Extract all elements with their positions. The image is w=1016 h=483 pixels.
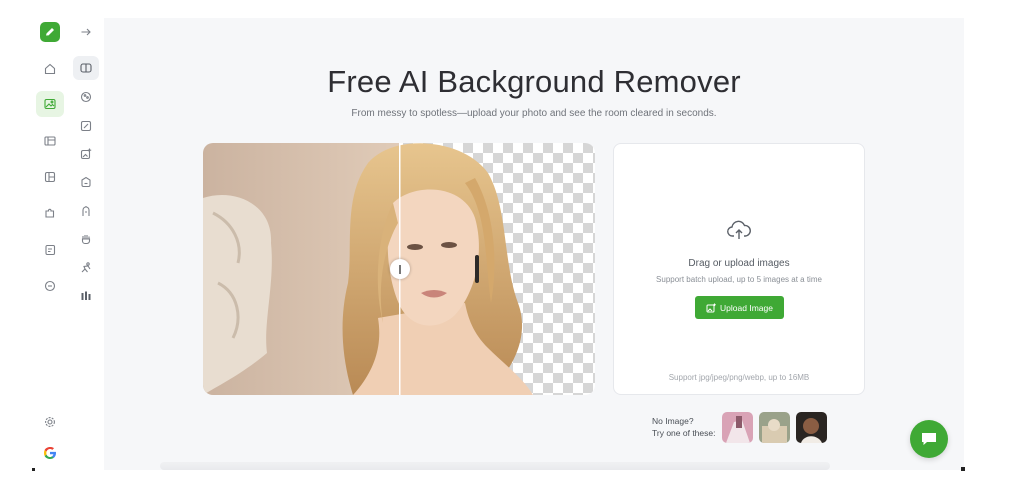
panels-icon[interactable] [36,164,64,190]
bottom-shadow [160,462,830,470]
sample-prompt-line2: Try one of these: [652,428,716,438]
frame-corner-right [961,467,965,471]
app-logo-icon[interactable] [40,22,60,42]
compare-slider-handle[interactable] [390,259,410,279]
layout-icon[interactable] [36,128,64,154]
chart-icon[interactable] [73,284,99,308]
primary-sidebar [32,18,68,471]
page-title: Free AI Background Remover [327,64,741,99]
supported-formats-note: Support jpg/jpeg/png/webp, up to 16MB [668,373,810,382]
chat-support-button[interactable] [910,420,948,458]
hand-icon[interactable] [73,227,99,251]
face-icon[interactable] [73,170,99,194]
image-icon[interactable] [36,91,64,117]
drag-upload-text: Drag or upload images [688,258,790,269]
compare-icon[interactable] [73,56,99,80]
puzzle-icon[interactable] [36,200,64,226]
sample-image-3[interactable] [796,412,827,443]
home-icon[interactable] [36,56,64,82]
app-root: Free AI Background Remover From messy to… [0,0,1016,483]
google-icon[interactable] [36,440,64,466]
image-plus-icon [706,303,716,312]
upload-dropzone[interactable]: Drag or upload images Support batch uplo… [613,143,865,395]
person-icon[interactable] [73,199,99,223]
add-image-icon[interactable] [73,142,99,166]
batch-upload-note: Support batch upload, up to 5 images at … [656,275,822,284]
sample-prompt-line1: No Image? [652,416,694,426]
before-after-preview[interactable] [203,143,595,395]
edit-image-icon[interactable] [73,114,99,138]
note-icon[interactable] [36,237,64,263]
message-icon [922,433,936,445]
arrow-right-icon[interactable] [73,20,99,44]
pose-icon[interactable] [73,256,99,280]
sample-image-1[interactable] [722,412,753,443]
sample-prompt: No Image? Try one of these: [652,415,715,439]
upload-image-button[interactable]: Upload Image [695,296,784,319]
page-subtitle: From messy to spotless—upload your photo… [351,108,717,119]
sample-image-2[interactable] [759,412,790,443]
tool-sidebar [70,18,102,470]
main-content: Free AI Background Remover From messy to… [104,18,965,471]
frame-corner [32,468,35,471]
upload-image-label: Upload Image [720,302,773,313]
chat-bubble-icon[interactable] [36,273,64,299]
palette-icon[interactable] [73,85,99,109]
settings-icon[interactable] [36,409,64,435]
cloud-upload-icon [726,219,752,246]
